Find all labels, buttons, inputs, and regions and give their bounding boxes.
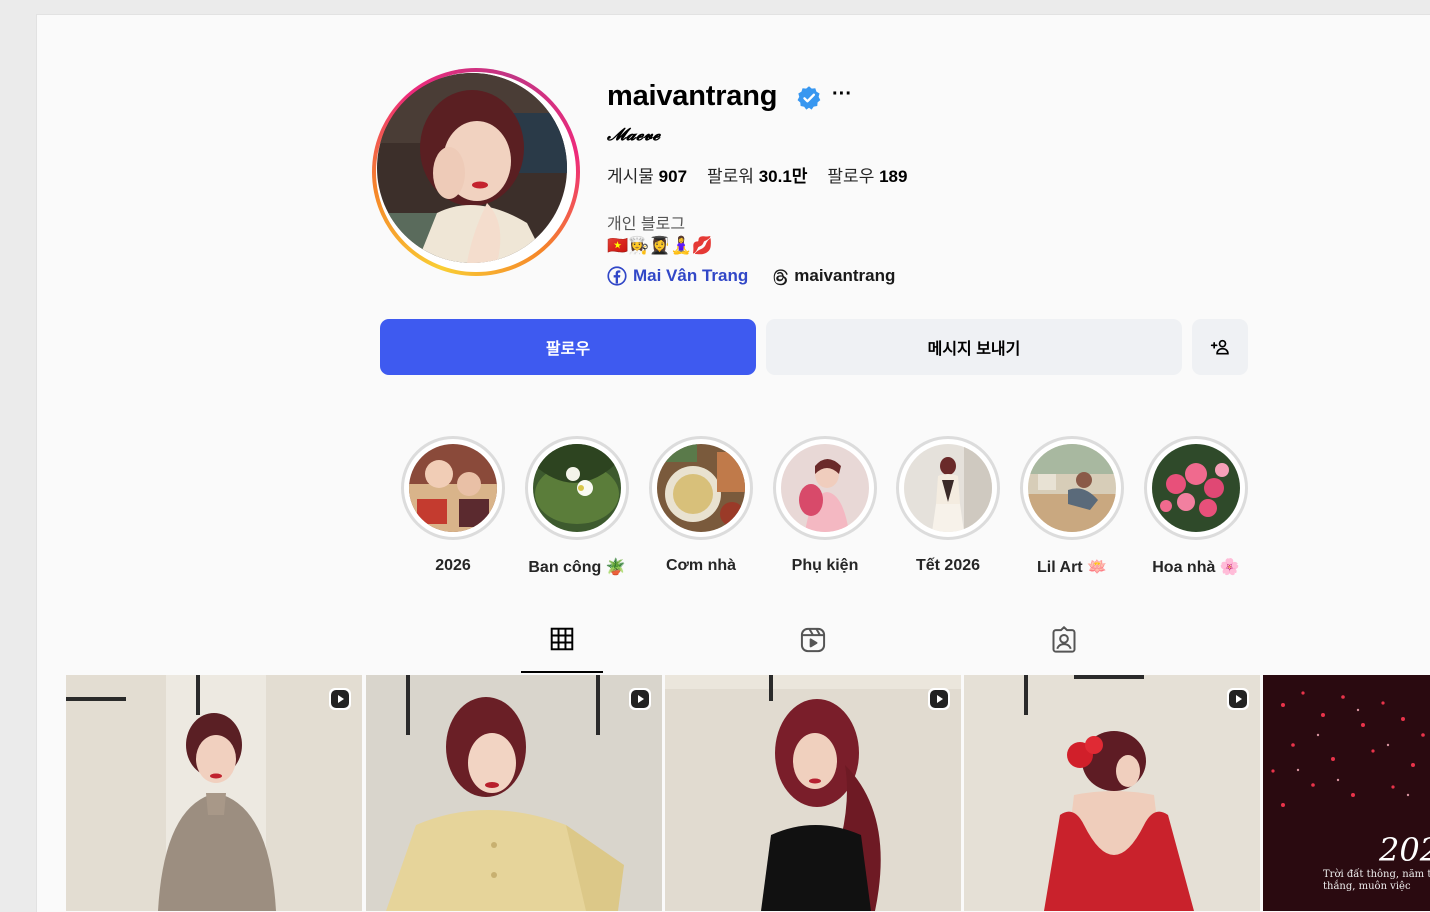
profile-category: 개인 블로그 bbox=[607, 216, 686, 233]
grid-icon bbox=[550, 627, 574, 651]
tab-tagged[interactable] bbox=[1024, 626, 1104, 674]
followers-count[interactable]: 팔로워 30.1만 bbox=[707, 162, 807, 187]
reels-icon bbox=[800, 627, 826, 653]
verified-badge-icon bbox=[797, 86, 821, 110]
highlight-tet-2026[interactable]: Tết 2026 bbox=[878, 436, 1018, 575]
follow-button[interactable]: 팔로우 bbox=[380, 319, 756, 375]
message-button[interactable]: 메시지 보내기 bbox=[766, 319, 1182, 375]
profile-full-name: 𝓜𝓪𝓮𝓿𝓮 bbox=[607, 125, 661, 145]
post-tile-2[interactable] bbox=[366, 675, 662, 911]
posts-count: 게시물 907 bbox=[607, 167, 688, 186]
profile-links: Mai Vân Trang maivantrang bbox=[607, 266, 895, 286]
active-tab-indicator bbox=[521, 671, 603, 673]
post-tile-4[interactable] bbox=[964, 675, 1260, 911]
post-caption-text: Trời đất thông, năm thì giờ thắng, muôn … bbox=[1323, 869, 1430, 892]
threads-link[interactable]: maivantrang bbox=[770, 266, 895, 286]
post-tile-5[interactable]: 202 Trời đất thông, năm thì giờ thắng, m… bbox=[1263, 675, 1430, 911]
profile-bio-emojis: 🇻🇳👩‍🍳👩‍🎓🧘‍♀️💋 bbox=[607, 236, 713, 255]
highlight-hoa-nha[interactable]: Hoa nhà 🌸 bbox=[1126, 436, 1266, 577]
highlight-2026[interactable]: 2026 bbox=[383, 436, 523, 575]
add-user-icon bbox=[1210, 339, 1229, 355]
reel-badge-icon bbox=[1227, 688, 1249, 710]
highlight-lil-art[interactable]: Lil Art 🪷 bbox=[1002, 436, 1142, 577]
facebook-icon bbox=[607, 266, 627, 286]
post-tile-1[interactable] bbox=[66, 675, 362, 911]
reel-badge-icon bbox=[928, 688, 950, 710]
tab-reels[interactable] bbox=[773, 626, 853, 674]
highlight-phu-kien[interactable]: Phụ kiện bbox=[755, 436, 895, 575]
highlight-ban-cong[interactable]: Ban công 🪴 bbox=[507, 436, 647, 577]
post-tile-3[interactable] bbox=[665, 675, 961, 911]
facebook-link[interactable]: Mai Vân Trang bbox=[607, 266, 748, 286]
reel-badge-icon bbox=[329, 688, 351, 710]
post-year-text: 202 bbox=[1379, 831, 1430, 869]
highlight-com-nha[interactable]: Cơm nhà bbox=[631, 436, 771, 575]
more-options-button[interactable]: ··· bbox=[832, 83, 852, 106]
following-count[interactable]: 팔로우 189 bbox=[827, 162, 907, 187]
profile-username: maivantrang bbox=[607, 80, 778, 112]
profile-avatar[interactable] bbox=[372, 68, 580, 276]
tagged-icon bbox=[1052, 626, 1076, 653]
threads-icon bbox=[773, 268, 788, 285]
profile-stats: 게시물 907 팔로워 30.1만 팔로우 189 bbox=[607, 162, 907, 187]
reel-badge-icon bbox=[629, 688, 651, 710]
tab-posts[interactable] bbox=[522, 626, 602, 674]
suggested-users-button[interactable] bbox=[1192, 319, 1248, 375]
